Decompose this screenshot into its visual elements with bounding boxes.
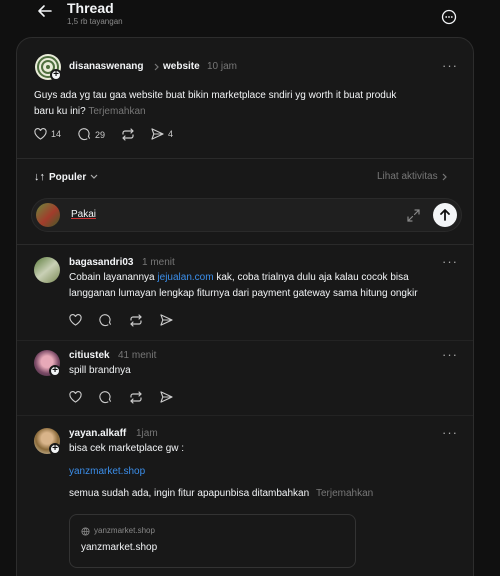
- send-button[interactable]: [433, 203, 457, 227]
- comment-icon[interactable]: [99, 391, 112, 404]
- reply-link[interactable]: yanzmarket.shop: [69, 464, 145, 480]
- follow-plus-icon[interactable]: +: [49, 365, 61, 377]
- comment-icon[interactable]: [99, 314, 112, 327]
- comment-button[interactable]: 29: [78, 128, 105, 141]
- heart-icon[interactable]: [69, 391, 82, 403]
- like-button[interactable]: 14: [34, 128, 61, 140]
- reply-text-post: kak, coba trialnya dulu aja kalau cocok …: [213, 272, 409, 283]
- reply-username[interactable]: bagasandri03: [69, 257, 133, 268]
- reply-input[interactable]: Pakai: [71, 209, 96, 220]
- avatar[interactable]: [34, 257, 60, 283]
- translate-link[interactable]: Terjemahkan: [316, 488, 373, 499]
- post-topic[interactable]: website: [163, 61, 200, 72]
- reply-time: 1 menit: [142, 257, 175, 268]
- reply-text-2: semua sudah ada, ingin fitur apapunbisa …: [69, 486, 373, 502]
- reply-text-line2: langganan lumayan lengkap fiturnya dari …: [69, 288, 418, 299]
- send-icon: [151, 128, 164, 140]
- divider: [17, 244, 473, 245]
- reply-more-icon[interactable]: ···: [442, 426, 458, 439]
- follow-plus-icon[interactable]: +: [50, 69, 62, 81]
- preview-domain: yanzmarket.shop: [94, 526, 155, 535]
- follow-plus-icon[interactable]: +: [49, 443, 61, 455]
- comment-icon: [78, 128, 91, 141]
- reply-text-2-body: semua sudah ada, ingin fitur apapunbisa …: [69, 488, 310, 499]
- view-count: 1,5 rb tayangan: [67, 17, 123, 26]
- globe-icon: [81, 527, 90, 536]
- send-icon[interactable]: [160, 391, 173, 403]
- divider: [17, 158, 473, 159]
- view-activity-label: Lihat aktivitas: [377, 171, 438, 182]
- reply-more-icon[interactable]: ···: [442, 255, 458, 268]
- reply-text-pre: Cobain layanannya: [69, 272, 158, 283]
- sort-icon: ↓↑: [34, 171, 45, 183]
- view-activity-link[interactable]: Lihat aktivitas: [377, 171, 448, 182]
- repost-icon: [122, 128, 134, 141]
- chevron-right-icon: [154, 63, 159, 71]
- reply-text: bisa cek marketplace gw :: [69, 443, 185, 454]
- link-preview-card[interactable]: yanzmarket.shop yanzmarket.shop: [69, 514, 356, 568]
- repost-icon[interactable]: [129, 391, 143, 404]
- reply-time: 41 menit: [118, 350, 157, 361]
- share-button[interactable]: 4: [151, 128, 173, 140]
- heart-icon: [34, 128, 47, 140]
- expand-icon[interactable]: [407, 209, 420, 222]
- sort-label: Populer: [49, 171, 87, 183]
- reply-text: Cobain layanannya jejualan.com kak, coba…: [69, 270, 469, 302]
- post-more-icon[interactable]: ···: [442, 59, 458, 72]
- post-text-line1: Guys ada yg tau gaa website buat bikin m…: [34, 90, 397, 101]
- like-count: 14: [51, 129, 62, 139]
- chevron-down-icon: [90, 174, 98, 179]
- avatar: [36, 203, 60, 227]
- back-arrow-icon[interactable]: [36, 2, 54, 20]
- share-count: 4: [168, 129, 174, 139]
- reply-text: spill brandnya: [69, 365, 131, 376]
- translate-link[interactable]: Terjemahkan: [88, 106, 145, 117]
- heart-icon[interactable]: [69, 314, 82, 326]
- chevron-right-icon: [442, 173, 447, 180]
- reply-username[interactable]: yayan.alkaff: [69, 428, 126, 439]
- post-username[interactable]: disanaswenang: [69, 61, 143, 72]
- sort-dropdown[interactable]: ↓↑ Populer: [34, 171, 98, 183]
- comment-count: 29: [95, 129, 106, 140]
- post-text-line2: baru ku ini?: [34, 106, 86, 117]
- post-time: 10 jam: [207, 61, 238, 72]
- reply-link[interactable]: jejualan.com: [157, 272, 213, 283]
- reply-more-icon[interactable]: ···: [442, 348, 458, 361]
- divider: [17, 415, 473, 416]
- reply-username[interactable]: citiustek: [69, 350, 110, 361]
- thread-card: + disanaswenang website 10 jam ··· Guys …: [16, 37, 474, 576]
- send-icon[interactable]: [160, 314, 173, 326]
- divider: [17, 340, 473, 341]
- reply-time: 1jam: [136, 428, 158, 439]
- preview-title: yanzmarket.shop: [81, 542, 158, 553]
- repost-icon[interactable]: [129, 314, 143, 327]
- post-text: Guys ada yg tau gaa website buat bikin m…: [34, 88, 464, 120]
- repost-button[interactable]: [121, 128, 135, 141]
- reply-composer[interactable]: Pakai: [31, 198, 462, 232]
- arrow-up-icon: [440, 209, 450, 221]
- more-options-icon[interactable]: [441, 9, 457, 25]
- top-bar: Thread 1,5 rb tayangan: [0, 0, 500, 34]
- page-title: Thread: [67, 0, 114, 16]
